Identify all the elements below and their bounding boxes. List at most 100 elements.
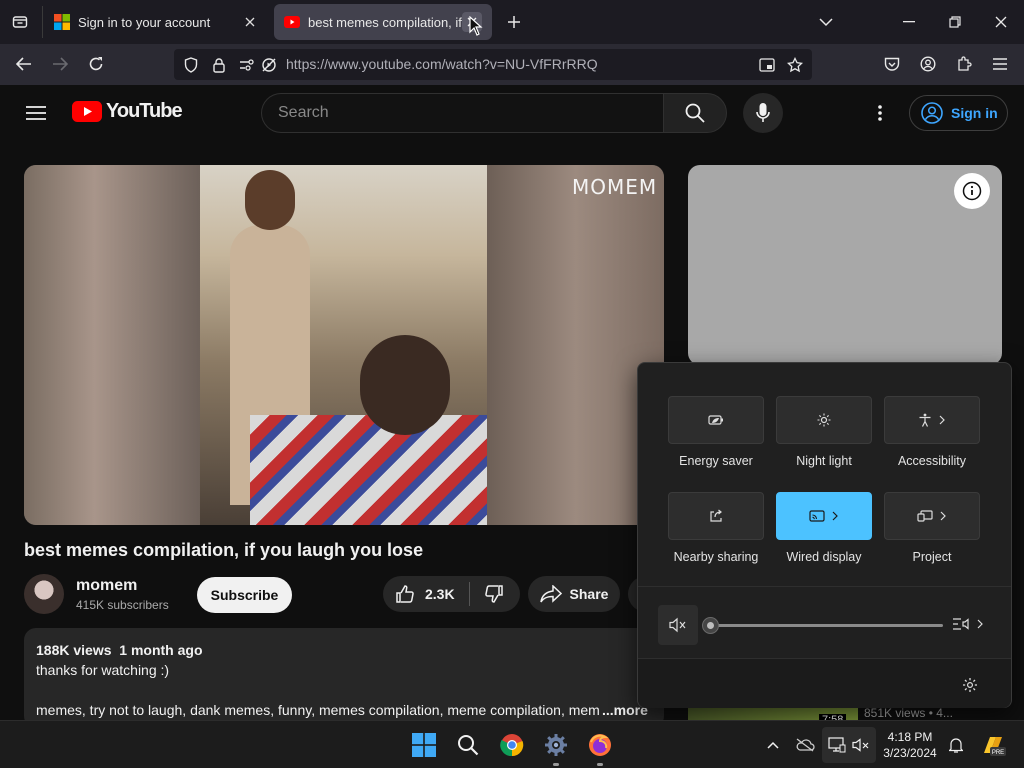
firefox-icon[interactable] — [582, 729, 618, 761]
audio-output-icon — [953, 618, 969, 630]
settings-gear-icon[interactable] — [958, 673, 982, 697]
night-light-tile[interactable] — [776, 396, 872, 444]
url-bar[interactable]: https://www.youtube.com/watch?v=NU-VfFRr… — [174, 49, 812, 80]
search-icon — [685, 103, 705, 123]
account-icon[interactable] — [916, 52, 940, 76]
search-input[interactable]: Search — [261, 93, 663, 133]
chevron-right-icon[interactable] — [939, 511, 947, 521]
clock-time: 4:18 PM — [887, 730, 933, 744]
project-tile[interactable] — [884, 492, 980, 540]
video-player[interactable]: MOMEM — [24, 165, 664, 525]
info-button[interactable] — [954, 173, 990, 209]
settings-app-icon[interactable] — [538, 729, 574, 761]
settings-more-icon[interactable] — [868, 101, 892, 125]
volume-slider-track[interactable] — [710, 624, 943, 627]
nearby-sharing-icon — [710, 509, 722, 522]
url-text[interactable]: https://www.youtube.com/watch?v=NU-VfFRr… — [286, 56, 598, 72]
autoplay-blocked-icon[interactable] — [258, 54, 280, 76]
volume-slider-thumb[interactable] — [702, 617, 719, 634]
nearby-sharing-tile[interactable] — [668, 492, 764, 540]
guide-menu-icon[interactable] — [22, 99, 50, 127]
audio-output-button[interactable] — [952, 616, 984, 632]
subscribe-button[interactable]: Subscribe — [197, 577, 292, 613]
channel-avatar[interactable] — [24, 574, 64, 614]
picture-in-picture-icon[interactable] — [756, 54, 778, 76]
extensions-icon[interactable] — [952, 52, 976, 76]
chrome-icon[interactable] — [494, 729, 530, 761]
video-blur-left — [24, 165, 200, 525]
accessibility-tile[interactable] — [884, 396, 980, 444]
chevron-right-icon[interactable] — [938, 415, 946, 425]
onedrive-offline-icon[interactable] — [792, 733, 818, 757]
back-icon[interactable] — [12, 52, 36, 76]
video-watermark: MOMEM — [572, 175, 658, 199]
pocket-icon[interactable] — [880, 52, 904, 76]
accessibility-icon — [919, 413, 931, 427]
lock-icon[interactable] — [208, 54, 230, 76]
permissions-icon[interactable] — [236, 54, 258, 76]
dislike-button[interactable] — [484, 584, 504, 604]
list-all-tabs-icon[interactable] — [814, 10, 838, 34]
user-circle-icon — [921, 102, 943, 124]
browser-tab-strip: Sign in to your account best memes compi… — [0, 0, 1024, 44]
chevron-right-icon — [977, 619, 983, 629]
energy-saver-icon — [708, 415, 723, 425]
wired-display-tile[interactable] — [776, 492, 872, 540]
youtube-favicon-icon — [284, 16, 300, 28]
reload-icon[interactable] — [84, 52, 108, 76]
copilot-pre-icon[interactable]: PRE — [978, 729, 1008, 761]
mute-button[interactable] — [658, 605, 698, 645]
channel-name[interactable]: momem — [76, 577, 137, 595]
chevron-right-icon[interactable] — [831, 511, 839, 521]
forward-icon[interactable] — [48, 52, 72, 76]
sidebar-ad-card[interactable] — [688, 165, 1002, 365]
description-line: thanks for watching :) — [36, 662, 170, 678]
quick-settings-panel: Energy saver Night light Accessibility N… — [637, 362, 1012, 708]
night-light-icon — [817, 413, 831, 427]
bookmark-star-icon[interactable] — [784, 54, 806, 76]
search-placeholder: Search — [278, 104, 329, 121]
clock[interactable]: 4:18 PM 3/23/2024 — [880, 729, 940, 761]
tab-youtube-active[interactable]: best memes compilation, if yo — [274, 4, 492, 40]
like-button[interactable]: 2.3K — [395, 584, 455, 604]
like-count: 2.3K — [425, 586, 455, 602]
microphone-icon — [756, 103, 770, 122]
system-tray-network-volume[interactable] — [822, 727, 876, 763]
tab-title: Sign in to your account — [78, 14, 211, 30]
person-seated-head-shape — [360, 335, 450, 435]
new-tab-icon[interactable] — [502, 10, 526, 34]
running-indicator — [597, 763, 603, 766]
video-description[interactable]: 188K views 1 month ago thanks for watchi… — [24, 628, 664, 728]
sign-in-button[interactable]: Sign in — [909, 95, 1008, 131]
tab-overview-icon[interactable] — [8, 10, 32, 34]
cast-icon — [809, 510, 825, 522]
energy-saver-tile[interactable] — [668, 396, 764, 444]
close-icon[interactable] — [240, 12, 260, 32]
tab-sign-in[interactable]: Sign in to your account — [44, 4, 270, 40]
hamburger-menu-icon[interactable] — [988, 52, 1012, 76]
thumbs-up-icon — [396, 585, 414, 603]
taskbar-search-icon[interactable] — [450, 729, 486, 761]
notifications-bell-icon[interactable] — [944, 733, 968, 757]
minimize-icon[interactable] — [897, 10, 921, 34]
share-label: Share — [569, 586, 609, 602]
speaker-muted-icon — [669, 617, 686, 633]
search-button[interactable] — [663, 93, 727, 133]
taskbar: 4:18 PM 3/23/2024 PRE — [0, 720, 1024, 768]
youtube-logo[interactable]: YouTube — [72, 100, 183, 123]
volume-muted-icon — [852, 738, 869, 752]
restore-icon[interactable] — [943, 10, 967, 34]
wired-network-icon — [828, 737, 846, 753]
share-button[interactable]: Share — [528, 576, 620, 612]
project-icon — [917, 510, 933, 522]
energy-saver-label: Energy saver — [679, 454, 753, 468]
nearby-sharing-label: Nearby sharing — [673, 550, 759, 564]
description-tags: memes, try not to laugh, dank memes, fun… — [36, 702, 600, 718]
tracking-protection-shield-icon[interactable] — [180, 54, 202, 76]
person-head-shape — [245, 170, 295, 230]
sign-in-label: Sign in — [951, 105, 998, 121]
show-hidden-icons-chevron-up-icon[interactable] — [762, 733, 784, 757]
close-window-icon[interactable] — [989, 10, 1013, 34]
windows-start-icon[interactable] — [406, 729, 442, 761]
voice-search-button[interactable] — [743, 93, 783, 133]
